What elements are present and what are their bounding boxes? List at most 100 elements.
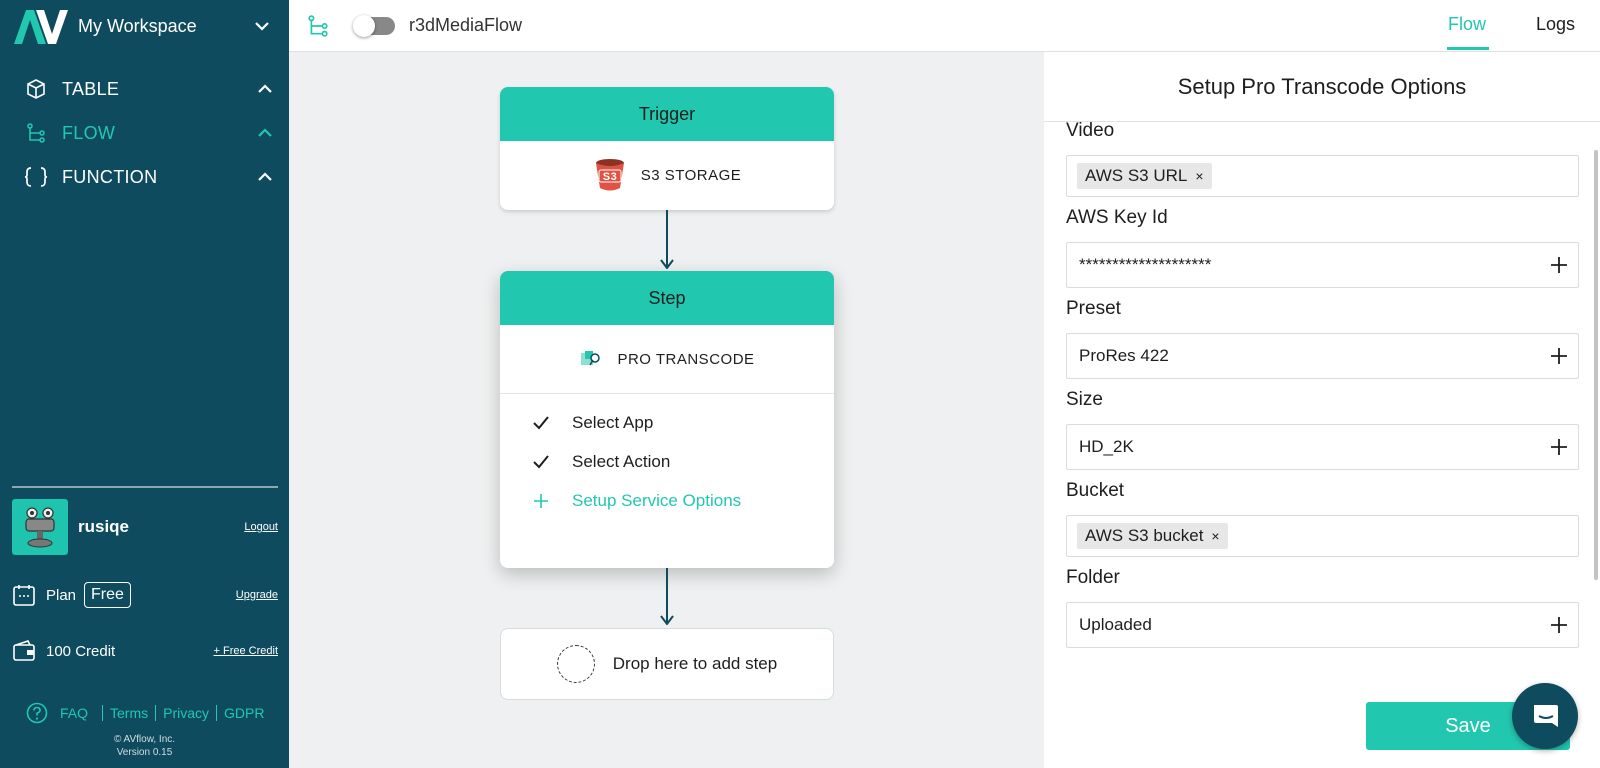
toggle-knob [353, 15, 375, 37]
free-credit-link[interactable]: + Free Credit [214, 645, 279, 657]
chat-icon [1534, 705, 1558, 727]
logout-link[interactable]: Logout [244, 521, 278, 533]
terms-link[interactable]: Terms [110, 705, 148, 721]
wallet-icon [13, 640, 35, 661]
sidebar-item-label: TABLE [62, 78, 120, 99]
arrow-down-icon [660, 615, 674, 625]
panel-divider [1044, 121, 1600, 122]
step-app[interactable]: PRO TRANSCODE [500, 325, 834, 393]
faq-link[interactable]: FAQ [60, 705, 88, 721]
trigger-app[interactable]: S3 S3 STORAGE [500, 141, 834, 209]
chip-label: AWS S3 URL [1085, 166, 1188, 185]
drop-zone[interactable]: Drop here to add step [500, 628, 834, 700]
video-chip[interactable]: AWS S3 URL × [1077, 163, 1212, 189]
checklist-setup-service-options[interactable]: Setup Service Options [530, 490, 741, 512]
trigger-header: Trigger [500, 87, 834, 141]
checklist-select-action[interactable]: Select Action [530, 451, 670, 473]
chat-launcher[interactable] [1512, 683, 1578, 749]
remove-chip-icon[interactable]: × [1195, 168, 1203, 184]
help-icon[interactable] [26, 702, 48, 724]
step-card[interactable]: Step PRO TRANSCODE Select App Select Act… [500, 271, 834, 568]
preset-value: ProRes 422 [1079, 346, 1169, 365]
checklist-label: Select Action [572, 452, 671, 471]
plus-icon[interactable] [1550, 347, 1568, 365]
bucket-field[interactable]: AWS S3 bucket × [1066, 515, 1579, 557]
aws-key-field[interactable]: ******************** [1066, 242, 1579, 288]
checklist-label: Select App [572, 413, 654, 432]
chevron-down-icon[interactable] [252, 16, 272, 36]
avflow-logo [14, 10, 68, 44]
check-icon [530, 412, 552, 434]
bucket-chip[interactable]: AWS S3 bucket × [1077, 523, 1228, 549]
braces-icon [24, 165, 48, 189]
sidebar-item-function[interactable]: FUNCTION [24, 162, 274, 192]
workspace-switcher[interactable]: My Workspace [12, 6, 272, 46]
credit-row: 100 Credit + Free Credit [12, 636, 278, 666]
bucket-label: Bucket [1066, 480, 1125, 501]
cube-icon [24, 77, 48, 101]
checklist-label: Setup Service Options [572, 491, 742, 510]
sidebar-item-label: FLOW [62, 122, 116, 143]
sidebar-item-label: FUNCTION [62, 166, 158, 187]
plus-icon[interactable] [1550, 616, 1568, 634]
chip-label: AWS S3 bucket [1085, 526, 1204, 545]
preset-field[interactable]: ProRes 422 [1066, 333, 1579, 379]
version: Version 0.15 [116, 747, 173, 758]
upgrade-link[interactable]: Upgrade [236, 589, 278, 601]
remove-chip-icon[interactable]: × [1211, 528, 1219, 544]
folder-field[interactable]: Uploaded [1066, 602, 1579, 648]
chevron-up-icon[interactable] [256, 168, 274, 186]
aws-key-label: AWS Key Id [1066, 207, 1168, 228]
size-value: HD_2K [1079, 437, 1134, 456]
copyright: © AVflow, Inc. [113, 734, 176, 745]
flow-active-toggle[interactable] [353, 15, 395, 37]
plan-label: Plan [46, 586, 77, 604]
sidebar-divider [12, 486, 278, 488]
sidebar-item-table[interactable]: TABLE [24, 74, 274, 104]
video-label: Video [1066, 120, 1115, 141]
dashed-circle-icon [556, 645, 595, 683]
user-profile: rusiqe Logout [12, 499, 278, 555]
aws-key-value: ******************** [1079, 255, 1212, 274]
avatar[interactable] [12, 499, 68, 555]
size-field[interactable]: HD_2K [1066, 424, 1579, 470]
preset-label: Preset [1066, 298, 1121, 319]
top-bar: r3dMediaFlow [289, 0, 1600, 52]
footer-links: FAQ Terms Privacy GDPR [26, 700, 265, 726]
check-icon [530, 451, 552, 473]
user-name: rusiqe [78, 517, 130, 536]
folder-value: Uploaded [1079, 615, 1152, 634]
sidebar-item-flow[interactable]: FLOW [24, 118, 274, 148]
flow-name[interactable]: r3dMediaFlow [409, 15, 522, 36]
privacy-link[interactable]: Privacy [163, 705, 209, 721]
s3-bucket-icon: S3 [593, 158, 627, 192]
pro-transcode-icon [579, 349, 603, 369]
size-label: Size [1066, 389, 1103, 410]
plan-row: Plan Free Upgrade [12, 580, 278, 610]
s3-icon-text: S3 [602, 171, 616, 183]
gdpr-link[interactable]: GDPR [224, 705, 264, 721]
step-header: Step [500, 271, 834, 325]
flow-icon [308, 15, 328, 37]
plus-icon[interactable] [1550, 256, 1568, 274]
flow-icon [24, 121, 48, 145]
panel-scrollbar[interactable] [1594, 150, 1598, 580]
folder-label: Folder [1066, 567, 1120, 588]
chevron-up-icon[interactable] [256, 124, 274, 142]
sidebar: My Workspace TABLE FLOW FUNCTION rusiqe … [0, 0, 289, 768]
active-tab-indicator [1447, 47, 1489, 50]
trigger-app-name: S3 STORAGE [640, 166, 742, 184]
tab-logs[interactable]: Logs [1536, 14, 1575, 35]
connector-line [666, 210, 668, 266]
trigger-card[interactable]: Trigger S3 S3 STORAGE [500, 87, 834, 210]
workspace-name: My Workspace [78, 15, 197, 36]
plan-tier-badge: Free [84, 582, 131, 608]
tab-flow[interactable]: Flow [1448, 14, 1486, 35]
chevron-up-icon[interactable] [256, 80, 274, 98]
checklist-select-app[interactable]: Select App [530, 412, 653, 434]
robot-avatar-icon [25, 507, 55, 548]
plus-icon [530, 490, 552, 512]
step-app-name: PRO TRANSCODE [617, 350, 755, 368]
video-field[interactable]: AWS S3 URL × [1066, 155, 1579, 197]
plus-icon[interactable] [1550, 438, 1568, 456]
